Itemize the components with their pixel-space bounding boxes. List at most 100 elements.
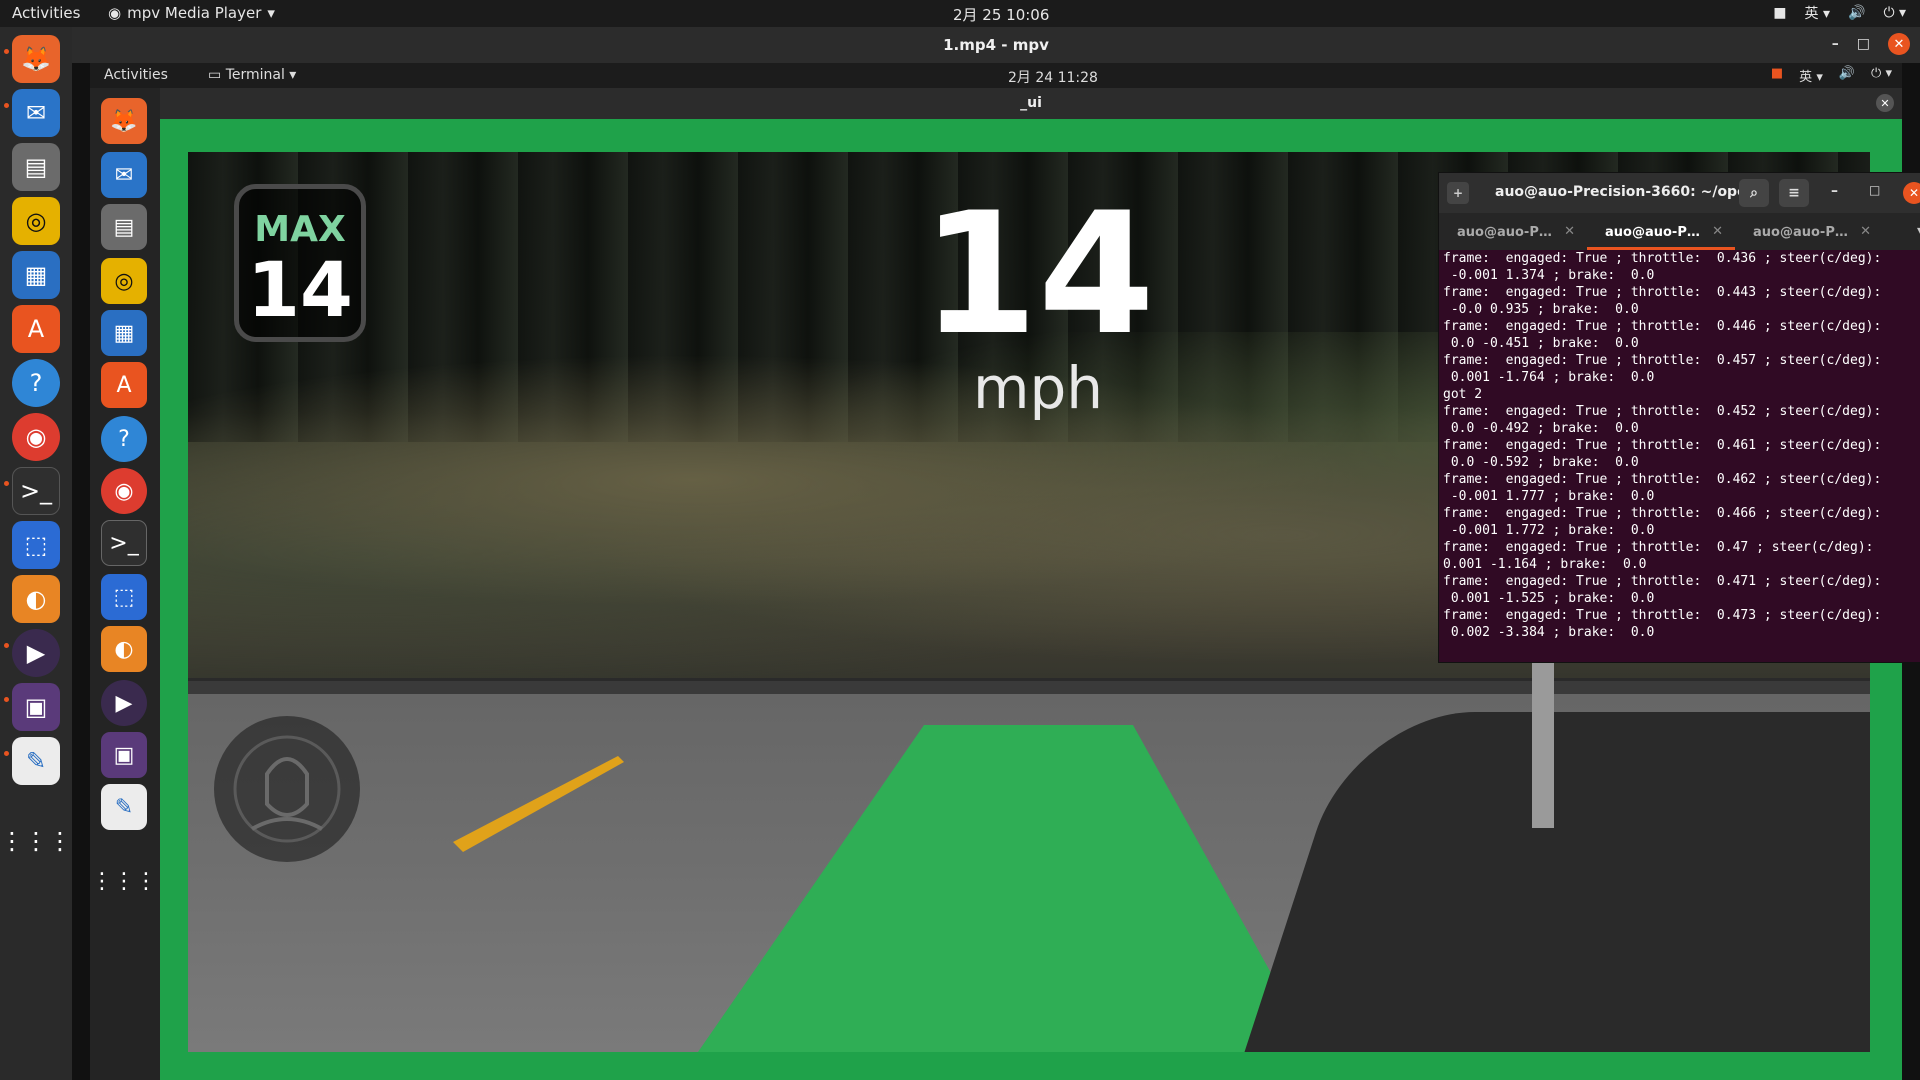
minimize-icon: – [1831, 183, 1838, 199]
tab-label: auo@auo-P… [1753, 225, 1848, 240]
terminal-line: -0.001 1.777 ; brake: 0.0 [1443, 489, 1655, 504]
video-app-menu: ▭ Terminal ▾ [208, 67, 297, 83]
tab-label: auo@auo-P… [1457, 225, 1552, 240]
activities-button[interactable]: Activities [12, 4, 80, 22]
new-tab-icon: + [1447, 182, 1469, 204]
terminal-icon: >_ [101, 520, 147, 566]
terminal-line: frame: engaged: True ; throttle: 0.457 ;… [1443, 353, 1882, 368]
window-title: 1.mp4 - mpv [943, 36, 1049, 54]
speed-unit: mph [972, 354, 1104, 422]
blender-icon[interactable]: ◐ [12, 575, 60, 623]
dock: 🦊 ✉ ▤ ◎ ▦ A ? ◉ >_ ⬚ ◐ ▶ ▣ ✎ ⋮⋮⋮ [0, 27, 72, 1080]
camera-icon[interactable]: ■ [1773, 5, 1786, 21]
software-icon: A [101, 362, 147, 408]
driver-monitor-icon [214, 716, 360, 862]
firefox-icon[interactable]: 🦊 [12, 35, 60, 83]
media-player-icon: ▶ [101, 680, 147, 726]
terminal-line: 0.001 -1.525 ; brake: 0.0 [1443, 591, 1655, 606]
close-button[interactable]: ✕ [1888, 33, 1910, 55]
current-speed: 14 [921, 176, 1155, 372]
terminal-title: auo@auo-Precision-3660: ~/ope… [1495, 184, 1745, 200]
screenshot-icon[interactable]: ⬚ [12, 521, 60, 569]
app-grid-icon[interactable]: ⋮⋮⋮ [0, 817, 72, 865]
files-icon[interactable]: ▤ [12, 143, 60, 191]
terminal-icon[interactable]: >_ [12, 467, 60, 515]
thunderbird-icon: ✉ [101, 152, 147, 198]
tab-label: auo@auo-P… [1605, 225, 1700, 240]
close-icon: ✕ [1903, 182, 1920, 204]
thunderbird-icon[interactable]: ✉ [12, 89, 60, 137]
video-tray: ■ 英 ▾ 🔊 ⏻ ▾ [1771, 66, 1892, 85]
running-indicator [4, 751, 9, 756]
video-editor-icon: ▣ [101, 732, 147, 778]
chrome-icon[interactable]: ◉ [12, 413, 60, 461]
top-bar: Activities ◉ mpv Media Player ▾ 2月 25 10… [0, 0, 1920, 27]
terminal-line: 0.0 -0.492 ; brake: 0.0 [1443, 421, 1639, 436]
chrome-icon: ◉ [101, 468, 147, 514]
power-icon[interactable]: ⏻ ▾ [1883, 5, 1906, 21]
ui-window-titlebar: _ui ✕ [160, 88, 1902, 119]
running-indicator [4, 49, 9, 54]
minimize-button[interactable]: – [1832, 36, 1839, 52]
writer-icon[interactable]: ▦ [12, 251, 60, 299]
firefox-icon: 🦊 [101, 98, 147, 144]
input-method[interactable]: 英 ▾ [1805, 3, 1830, 23]
terminal-line: frame: engaged: True ; throttle: 0.443 ;… [1443, 285, 1882, 300]
terminal-line: 0.001 -1.764 ; brake: 0.0 [1443, 370, 1655, 385]
screenshot-icon: ⬚ [101, 574, 147, 620]
terminal-tabs: auo@auo-P… ✕ auo@auo-P… ✕ auo@auo-P… ✕ [1439, 213, 1920, 250]
terminal-tab-3: auo@auo-P… ✕ [1735, 213, 1883, 250]
rhythmbox-icon[interactable]: ◎ [12, 197, 60, 245]
terminal-line: frame: engaged: True ; throttle: 0.466 ;… [1443, 506, 1882, 521]
terminal-line: 0.001 -1.164 ; brake: 0.0 [1443, 557, 1647, 572]
help-icon[interactable]: ? [12, 359, 60, 407]
terminal-line: frame: engaged: True ; throttle: 0.473 ;… [1443, 608, 1882, 623]
terminal-line: frame: engaged: True ; throttle: 0.446 ;… [1443, 319, 1882, 334]
planned-path [698, 725, 1315, 1052]
ui-window-title: _ui [1020, 95, 1042, 111]
video-activities: Activities [104, 67, 168, 83]
text-editor-icon: ✎ [101, 784, 147, 830]
writer-icon: ▦ [101, 310, 147, 356]
running-indicator [4, 643, 9, 648]
app-menu[interactable]: ◉ mpv Media Player ▾ [108, 4, 275, 22]
mpv-titlebar[interactable]: 1.mp4 - mpv – □ ✕ [72, 27, 1920, 63]
volume-icon: 🔊 [1838, 66, 1856, 81]
close-icon: ✕ [1876, 94, 1894, 112]
app-grid-icon: ⋮⋮⋮ [91, 868, 157, 894]
terminal-line: frame: engaged: True ; throttle: 0.461 ;… [1443, 438, 1882, 453]
window-controls: – □ ✕ [1832, 33, 1910, 55]
clock[interactable]: 2月 25 10:06 [953, 4, 1049, 25]
files-icon: ▤ [101, 204, 147, 250]
terminal-line: -0.001 1.772 ; brake: 0.0 [1443, 523, 1655, 538]
max-value: 14 [247, 245, 353, 334]
chevron-down-icon: ▾ [267, 4, 275, 22]
terminal-line: -0.0 0.935 ; brake: 0.0 [1443, 302, 1639, 317]
rhythmbox-icon: ◎ [101, 258, 147, 304]
maximize-button[interactable]: □ [1857, 36, 1870, 52]
terminal-header: + auo@auo-Precision-3660: ~/ope… ⌕ ≡ – □… [1439, 173, 1920, 213]
hamburger-menu-icon: ≡ [1779, 179, 1809, 207]
terminal-line: -0.001 1.374 ; brake: 0.0 [1443, 268, 1655, 283]
system-tray[interactable]: ■ 英 ▾ 🔊 ⏻ ▾ [1773, 3, 1906, 23]
terminal-line: frame: engaged: True ; throttle: 0.471 ;… [1443, 574, 1882, 589]
speed-display: 14 mph [788, 190, 1288, 418]
close-tab-icon: ✕ [1860, 224, 1871, 239]
software-icon[interactable]: A [12, 305, 60, 353]
terminal-line: 0.0 -0.592 ; brake: 0.0 [1443, 455, 1639, 470]
video-clock: 2月 24 11:28 [1008, 70, 1098, 86]
video-frame[interactable]: Activities ▭ Terminal ▾ 2月 24 11:28 ■ 英 … [72, 63, 1920, 1080]
media-player-icon[interactable]: ▶ [12, 629, 60, 677]
close-tab-icon: ✕ [1712, 224, 1723, 239]
terminal-tab-2: auo@auo-P… ✕ [1587, 213, 1735, 250]
video-input-method: 英 ▾ [1799, 70, 1823, 85]
volume-icon[interactable]: 🔊 [1848, 5, 1865, 21]
video-dock: 🦊 ✉ ▤ ◎ ▦ A ? ◉ >_ ⬚ ◐ ▶ ▣ ✎ ⋮⋮⋮ [90, 88, 160, 1080]
app-menu-label: mpv Media Player [127, 4, 262, 22]
terminal-line: frame: engaged: True ; throttle: 0.452 ;… [1443, 404, 1882, 419]
help-icon: ? [101, 416, 147, 462]
video-editor-icon[interactable]: ▣ [12, 683, 60, 731]
terminal-tab-1: auo@auo-P… ✕ [1439, 213, 1587, 250]
lane-line [453, 756, 624, 852]
text-editor-icon[interactable]: ✎ [12, 737, 60, 785]
